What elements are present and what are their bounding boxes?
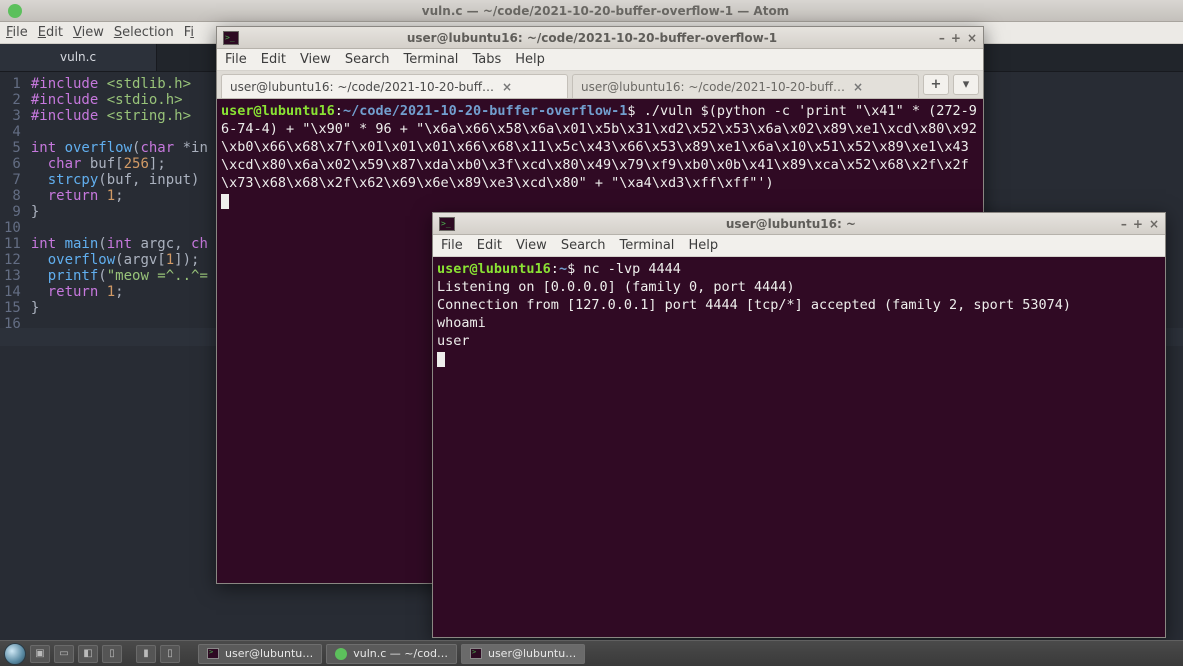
term2-command: nc -lvp 4444 xyxy=(583,261,681,277)
desktop-panel[interactable]: ▣ ▭ ◧ ▯ ▮ ▯ user@lubuntu… vuln.c — ~/cod… xyxy=(0,640,1183,666)
term2-prompt-path: ~ xyxy=(559,261,567,277)
maximize-icon[interactable]: + xyxy=(1133,217,1143,231)
term1-menu-view[interactable]: View xyxy=(300,52,331,67)
atom-tab-vuln[interactable]: vuln.c xyxy=(0,44,157,71)
task-label: user@lubuntu… xyxy=(488,647,576,660)
show-desktop-icon[interactable]: ▭ xyxy=(54,645,74,663)
terminal1-titlebar[interactable]: user@lubuntu16: ~/code/2021-10-20-buffer… xyxy=(217,27,983,49)
taskbar-atom[interactable]: vuln.c — ~/cod… xyxy=(326,644,457,664)
close-icon[interactable]: × xyxy=(967,31,977,45)
terminal2-body[interactable]: user@lubuntu16:~$ nc -lvp 4444 Listening… xyxy=(433,257,1165,637)
terminal2-menubar[interactable]: File Edit View Search Terminal Help xyxy=(433,235,1165,257)
atom-menu-file[interactable]: File xyxy=(6,25,28,40)
taskbar-terminal2[interactable]: user@lubuntu… xyxy=(461,644,585,664)
term2-output-line: whoami xyxy=(437,315,486,331)
new-tab-button[interactable]: + xyxy=(923,74,949,95)
task-label: vuln.c — ~/cod… xyxy=(353,647,448,660)
minimize-icon[interactable]: – xyxy=(1121,217,1127,231)
atom-menu-find[interactable]: Fi xyxy=(184,25,194,40)
start-menu-icon[interactable] xyxy=(4,643,26,665)
term2-menu-file[interactable]: File xyxy=(441,238,463,253)
pager1-icon[interactable]: ▮ xyxy=(136,645,156,663)
taskbar-terminal1[interactable]: user@lubuntu… xyxy=(198,644,322,664)
terminal1-title: user@lubuntu16: ~/code/2021-10-20-buffer… xyxy=(245,31,939,45)
terminal1-tab1-label: user@lubuntu16: ~/code/2021-10-20-buff… xyxy=(230,80,494,94)
term2-output-line: Connection from [127.0.0.1] port 4444 [t… xyxy=(437,297,1071,313)
term1-menu-terminal[interactable]: Terminal xyxy=(403,52,458,67)
workspace2-icon[interactable]: ▯ xyxy=(102,645,122,663)
terminal1-tabs[interactable]: user@lubuntu16: ~/code/2021-10-20-buff… … xyxy=(217,71,983,99)
terminal-icon xyxy=(470,648,482,659)
maximize-icon[interactable]: + xyxy=(951,31,961,45)
terminal2-title: user@lubuntu16: ~ xyxy=(461,217,1121,231)
atom-gutter: 12345678910111213141516 xyxy=(0,72,31,644)
term1-menu-help[interactable]: Help xyxy=(515,52,545,67)
close-icon[interactable]: × xyxy=(1149,217,1159,231)
task-label: user@lubuntu… xyxy=(225,647,313,660)
tab-menu-button[interactable]: ▾ xyxy=(953,74,979,95)
terminal1-menubar[interactable]: File Edit View Search Terminal Tabs Help xyxy=(217,49,983,71)
minimize-icon[interactable]: – xyxy=(939,31,945,45)
atom-app-icon xyxy=(8,4,22,18)
terminal-icon xyxy=(439,217,455,231)
tab-close-icon[interactable]: × xyxy=(853,80,863,94)
atom-app-icon xyxy=(335,648,347,660)
terminal-cursor xyxy=(221,194,229,209)
terminal-icon xyxy=(223,31,239,45)
atom-menu-selection[interactable]: Selection xyxy=(114,25,174,40)
term2-menu-view[interactable]: View xyxy=(516,238,547,253)
terminal-cursor xyxy=(437,352,445,367)
term2-menu-edit[interactable]: Edit xyxy=(477,238,502,253)
term2-output-line: user xyxy=(437,333,470,349)
terminal1-tab-active[interactable]: user@lubuntu16: ~/code/2021-10-20-buff… … xyxy=(221,74,568,98)
term2-menu-search[interactable]: Search xyxy=(561,238,606,253)
term2-output-line: Listening on [0.0.0.0] (family 0, port 4… xyxy=(437,279,795,295)
terminal2-window[interactable]: user@lubuntu16: ~ – + × File Edit View S… xyxy=(432,212,1166,638)
term2-menu-terminal[interactable]: Terminal xyxy=(619,238,674,253)
atom-menu-view[interactable]: View xyxy=(73,25,104,40)
terminal1-tab2-label: user@lubuntu16: ~/code/2021-10-20-buff… xyxy=(581,80,845,94)
terminal-icon xyxy=(207,648,219,659)
atom-titlebar[interactable]: vuln.c — ~/code/2021-10-20-buffer-overfl… xyxy=(0,0,1183,22)
term2-menu-help[interactable]: Help xyxy=(688,238,718,253)
pager2-icon[interactable]: ▯ xyxy=(160,645,180,663)
file-manager-icon[interactable]: ▣ xyxy=(30,645,50,663)
workspace1-icon[interactable]: ◧ xyxy=(78,645,98,663)
term1-menu-edit[interactable]: Edit xyxy=(261,52,286,67)
term1-menu-search[interactable]: Search xyxy=(345,52,390,67)
term1-prompt-user: user@lubuntu16 xyxy=(221,103,335,119)
terminal1-tab-inactive[interactable]: user@lubuntu16: ~/code/2021-10-20-buff… … xyxy=(572,74,919,98)
term1-menu-tabs[interactable]: Tabs xyxy=(472,52,501,67)
atom-title: vuln.c — ~/code/2021-10-20-buffer-overfl… xyxy=(28,4,1183,18)
atom-code[interactable]: #include <stdlib.h> #include <stdio.h> #… xyxy=(31,72,208,644)
term2-prompt-user: user@lubuntu16 xyxy=(437,261,551,277)
terminal2-titlebar[interactable]: user@lubuntu16: ~ – + × xyxy=(433,213,1165,235)
tab-close-icon[interactable]: × xyxy=(502,80,512,94)
atom-menu-edit[interactable]: Edit xyxy=(38,25,63,40)
term1-prompt-path: ~/code/2021-10-20-buffer-overflow-1 xyxy=(343,103,627,119)
term1-menu-file[interactable]: File xyxy=(225,52,247,67)
